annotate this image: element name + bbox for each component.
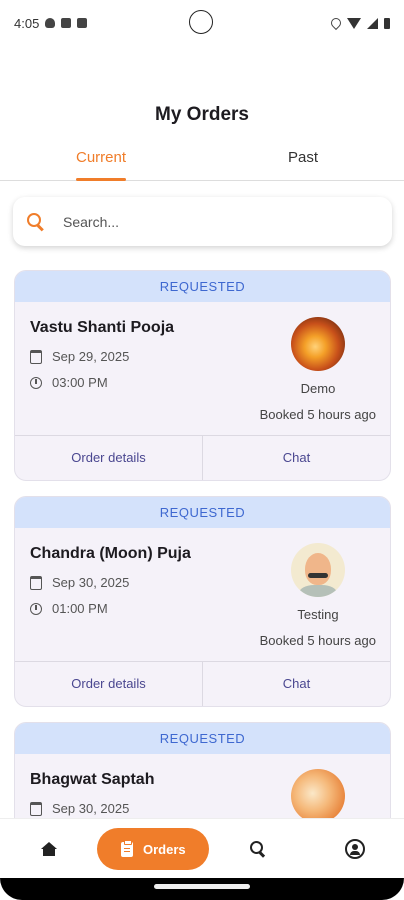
nav-profile[interactable]	[307, 839, 404, 859]
tab-current[interactable]: Current	[0, 140, 202, 180]
order-date-row: Sep 30, 2025	[30, 801, 129, 816]
chat-button[interactable]: Chat	[202, 662, 390, 706]
order-details-button[interactable]: Order details	[15, 662, 202, 706]
storage-icon	[77, 18, 88, 28]
calendar-icon	[30, 349, 42, 364]
order-card[interactable]: REQUESTED Bhagwat Saptah Sep 30, 2025	[14, 722, 391, 818]
order-details-button[interactable]: Order details	[15, 436, 202, 480]
chat-button[interactable]: Chat	[202, 436, 390, 480]
order-date: Sep 30, 2025	[52, 801, 130, 816]
nav-search[interactable]	[209, 840, 306, 858]
tab-bar: Current Past	[0, 140, 404, 181]
card-actions: Order details Chat	[15, 661, 390, 706]
clock-icon	[30, 602, 42, 615]
order-date-row: Sep 30, 2025	[30, 575, 129, 590]
calendar-icon	[30, 575, 42, 590]
card-actions: Order details Chat	[15, 435, 390, 480]
status-badge: REQUESTED	[15, 723, 390, 754]
orders-list[interactable]: REQUESTED Vastu Shanti Pooja Sep 29, 202…	[0, 270, 404, 818]
nav-orders-label: Orders	[143, 841, 186, 857]
service-name: Bhagwat Saptah	[30, 771, 155, 788]
home-icon	[40, 842, 57, 856]
wifi-icon	[347, 17, 361, 29]
signal-icon	[367, 17, 378, 29]
calendar-icon	[30, 801, 42, 816]
search-icon	[249, 840, 267, 858]
order-time: 03:00 PM	[52, 375, 108, 390]
order-time-row: 03:00 PM	[30, 375, 108, 390]
profile-icon	[345, 839, 366, 859]
order-time-row: 01:00 PM	[30, 601, 108, 616]
nav-home[interactable]	[0, 842, 97, 856]
search-box[interactable]	[13, 197, 392, 246]
order-card[interactable]: REQUESTED Vastu Shanti Pooja Sep 29, 202…	[14, 270, 391, 481]
status-badge: REQUESTED	[15, 271, 390, 302]
search-icon	[25, 211, 47, 233]
location-icon	[328, 15, 344, 31]
nav-orders[interactable]: Orders	[97, 828, 210, 870]
tab-past[interactable]: Past	[202, 140, 404, 180]
booked-time: Booked 5 hours ago	[259, 633, 376, 648]
priest-name: Testing	[297, 607, 339, 622]
order-date: Sep 29, 2025	[52, 349, 130, 364]
search-input[interactable]	[61, 212, 355, 231]
camera-cutout	[189, 10, 213, 34]
booked-time: Booked 5 hours ago	[259, 407, 376, 422]
status-time: 4:05	[14, 15, 40, 31]
order-date: Sep 30, 2025	[52, 575, 130, 590]
status-badge: REQUESTED	[15, 497, 390, 528]
clipboard-icon	[121, 839, 133, 857]
bottom-nav: Orders	[0, 818, 404, 879]
order-date-row: Sep 29, 2025	[30, 349, 129, 364]
page-title: My Orders	[155, 104, 249, 125]
nav-orders-pill[interactable]: Orders	[97, 828, 210, 870]
battery-icon	[384, 17, 390, 29]
order-card[interactable]: REQUESTED Chandra (Moon) Puja Sep 30, 20…	[14, 496, 391, 707]
gesture-handle[interactable]	[154, 884, 250, 889]
service-name: Chandra (Moon) Puja	[30, 545, 191, 562]
order-time: 01:00 PM	[52, 601, 108, 616]
avatar	[291, 769, 345, 818]
system-gesture-area	[0, 878, 404, 900]
shield-icon	[45, 18, 56, 28]
avatar	[291, 317, 345, 371]
status-right	[328, 15, 390, 31]
service-name: Vastu Shanti Pooja	[30, 319, 175, 336]
sim-icon	[61, 18, 72, 28]
clock-icon	[30, 376, 42, 389]
priest-name: Demo	[300, 381, 336, 396]
status-left: 4:05	[14, 15, 88, 31]
avatar	[291, 543, 345, 597]
